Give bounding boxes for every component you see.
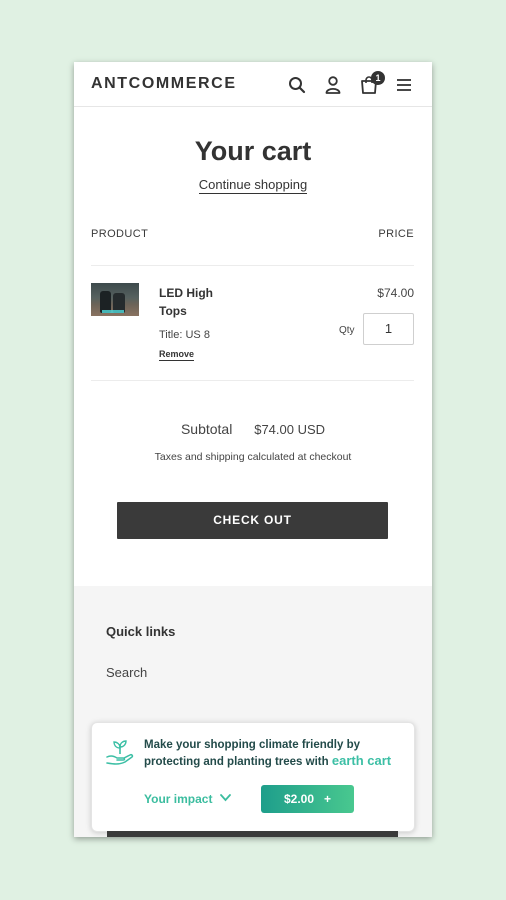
account-icon[interactable] (323, 75, 343, 95)
chevron-down-icon[interactable] (219, 794, 231, 802)
checkout-bar-edge (107, 831, 398, 837)
quick-links-title: Quick links (106, 624, 176, 639)
store-page: ANTCOMMERCE 1 Your cart Continue shoppin… (74, 62, 432, 837)
plus-icon[interactable]: + (324, 792, 331, 806)
earthcart-logo: earth cart (331, 753, 392, 768)
cart-count-badge: 1 (371, 71, 385, 85)
product-variant: Title: US 8 (159, 329, 210, 341)
continue-shopping-label[interactable]: Continue shopping (198, 177, 308, 194)
search-icon[interactable] (287, 75, 307, 95)
site-logo[interactable]: ANTCOMMERCE (91, 75, 237, 93)
menu-icon[interactable] (394, 75, 414, 95)
remove-link[interactable]: Remove (159, 349, 195, 361)
price-column-header: PRICE (378, 228, 414, 240)
checkout-button[interactable]: CHECK OUT (117, 502, 388, 539)
product-name[interactable]: LED High Tops (159, 284, 239, 320)
subtotal-value: $74.00 USD (254, 422, 326, 437)
product-column-header: PRODUCT (91, 228, 149, 240)
tax-note: Taxes and shipping calculated at checkou… (154, 451, 352, 463)
footer-link-search[interactable]: Search (106, 665, 147, 680)
earthcart-message-text: Make your shopping climate friendly by p… (144, 739, 360, 768)
page-title: Your cart (194, 136, 312, 166)
add-offset-button[interactable]: $2.00 + (261, 785, 354, 813)
divider (91, 265, 414, 266)
your-impact-label[interactable]: Your impact (144, 792, 212, 806)
quantity-label: Qty (339, 325, 355, 336)
subtotal-row: Subtotal $74.00 USD (74, 421, 432, 437)
product-thumbnail[interactable] (91, 283, 139, 316)
earthcart-message: Make your shopping climate friendly by p… (144, 738, 406, 770)
continue-shopping-link[interactable]: Continue shopping (74, 177, 432, 194)
earthcart-widget: Make your shopping climate friendly by p… (91, 722, 415, 832)
your-impact-toggle[interactable]: Your impact (144, 792, 231, 806)
offset-amount[interactable]: $2.00 (284, 792, 314, 806)
plant-hand-icon (106, 740, 134, 765)
site-header: ANTCOMMERCE 1 (74, 62, 432, 107)
subtotal-label: Subtotal (180, 421, 233, 437)
quantity-input[interactable] (363, 313, 414, 345)
divider (91, 380, 414, 381)
product-price: $74.00 (377, 286, 414, 300)
